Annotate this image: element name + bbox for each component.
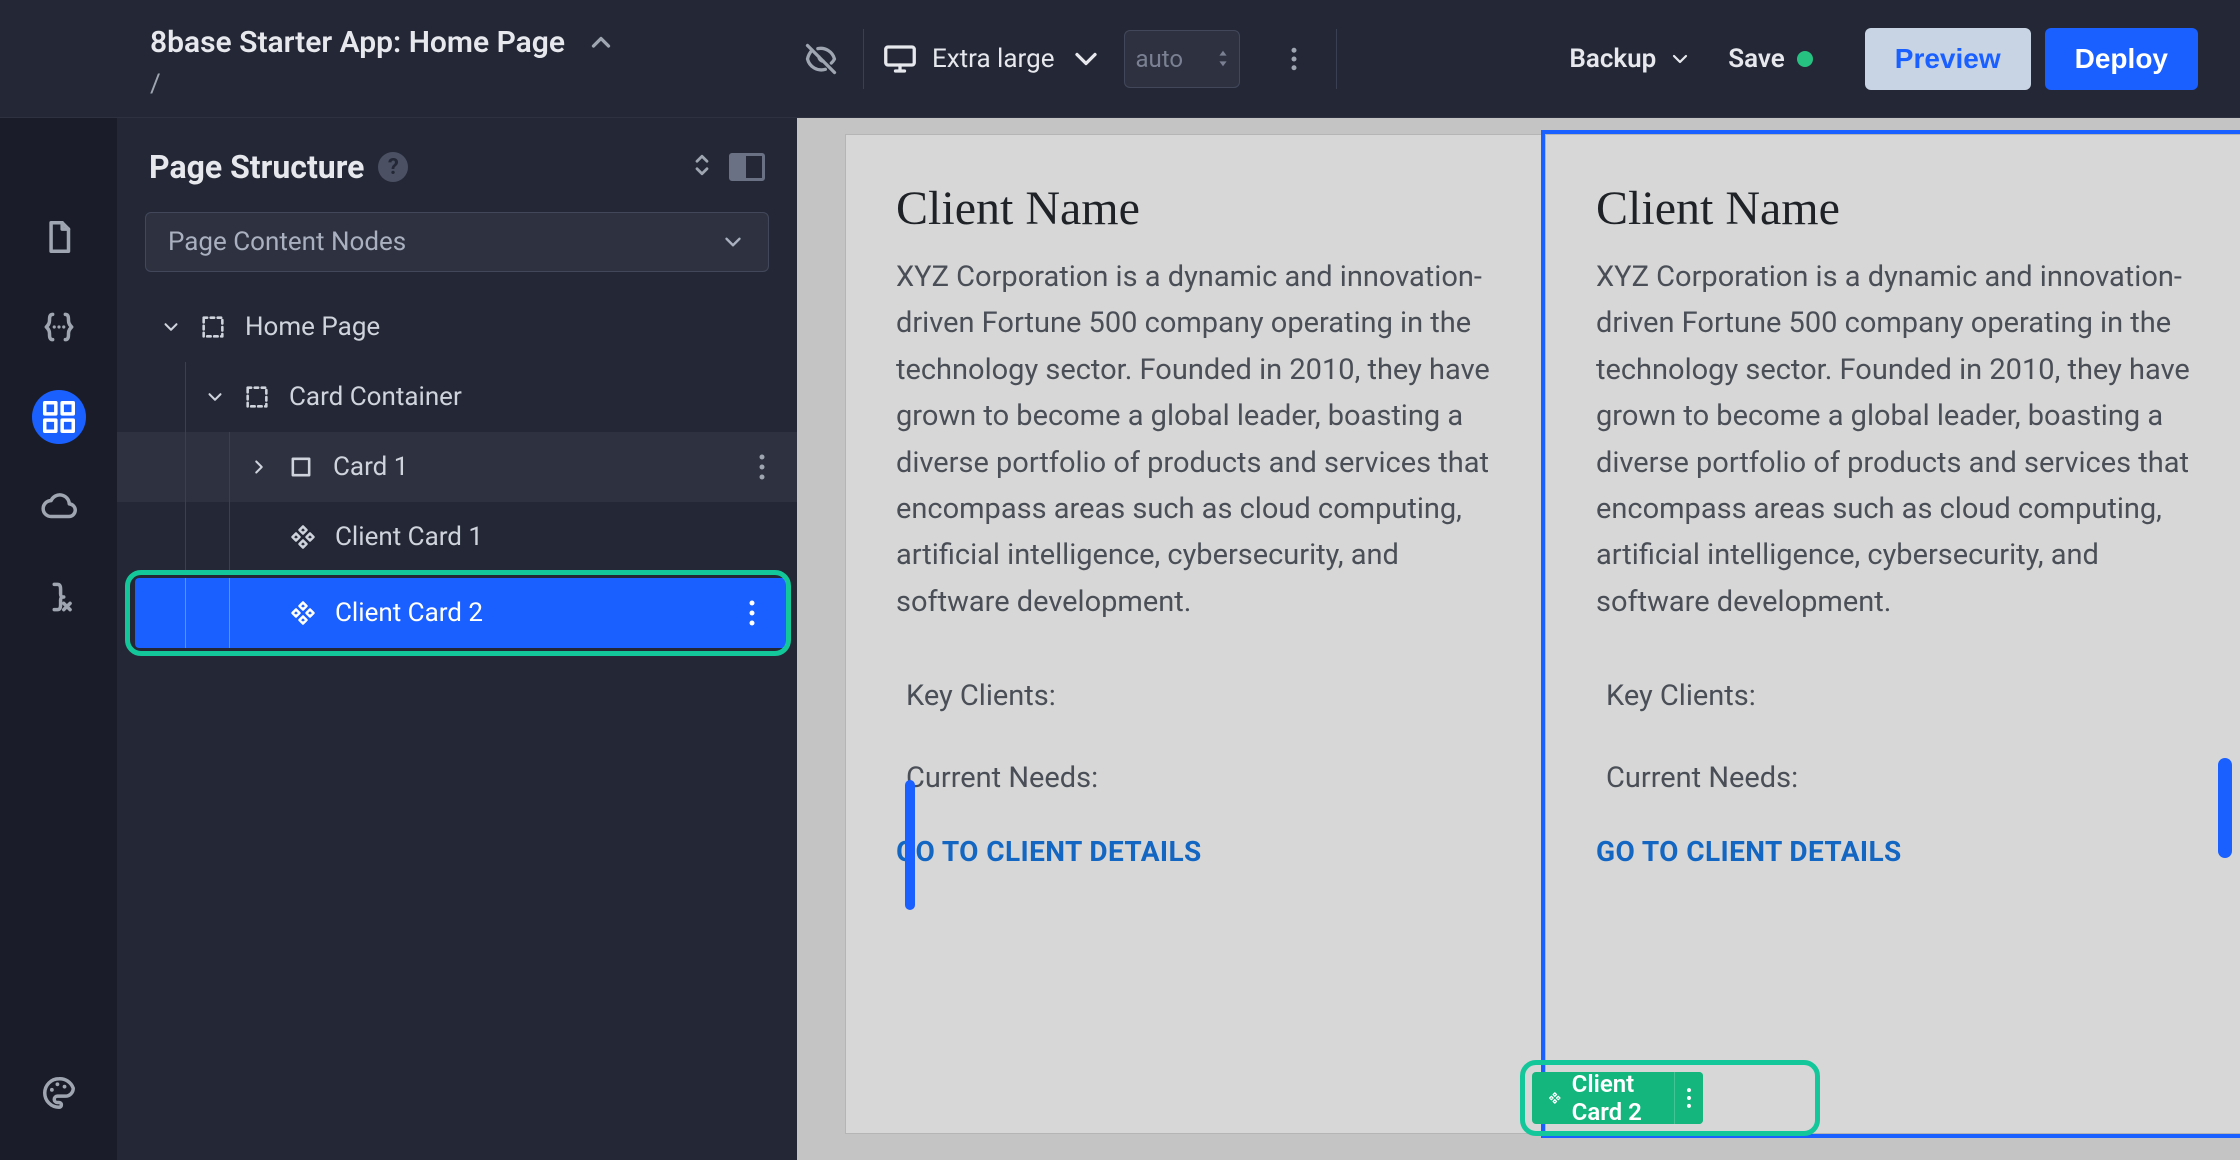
layout-toggle-icon[interactable] <box>729 153 765 181</box>
card-key-clients: Key Clients: <box>1606 679 2192 713</box>
client-details-link[interactable]: GO TO CLIENT DETAILS <box>896 835 1492 868</box>
sidebar-title: Page Structure <box>149 148 364 186</box>
chevron-down-icon[interactable] <box>157 313 185 341</box>
sidebar-scrollbar[interactable] <box>905 780 915 910</box>
save-button[interactable]: Save <box>1728 44 1813 74</box>
card-current-needs: Current Needs: <box>1606 761 2192 795</box>
tree-guide-line <box>185 362 186 432</box>
deploy-button[interactable]: Deploy <box>2045 28 2198 90</box>
tree-guide-line <box>185 432 186 502</box>
frame-dashed-icon <box>195 309 231 345</box>
chevron-down-icon <box>1668 47 1692 71</box>
monitor-icon <box>882 41 918 77</box>
canvas-card-1[interactable]: Client Name XYZ Corporation is a dynamic… <box>845 134 1543 1134</box>
component-icon <box>285 519 321 555</box>
card-title: Client Name <box>1596 181 2192 236</box>
tree-node-home-page[interactable]: Home Page <box>117 292 797 362</box>
dimension-value: auto <box>1135 45 1183 73</box>
preview-label: Preview <box>1895 43 2001 75</box>
page-structure-panel: Page Structure ? Page Content Nodes <box>117 118 797 1160</box>
nav-braces-icon[interactable] <box>32 300 86 354</box>
visibility-off-icon[interactable] <box>797 35 845 83</box>
icon-rail: 8 <box>0 0 117 1160</box>
row-more-icon[interactable] <box>737 590 767 636</box>
breadcrumb-slash: / <box>150 69 625 99</box>
client-details-link[interactable]: GO TO CLIENT DETAILS <box>1596 835 2192 868</box>
component-icon <box>285 595 321 631</box>
canvas-scrollbar[interactable] <box>2218 758 2232 858</box>
deploy-label: Deploy <box>2075 43 2168 75</box>
viewport-label: Extra large <box>932 44 1055 74</box>
tree-label: Card Container <box>289 382 462 412</box>
nav-functions-icon[interactable] <box>32 570 86 624</box>
square-icon <box>283 449 319 485</box>
tree: Home Page Card Container <box>117 286 797 654</box>
chevron-down-icon <box>1068 41 1104 77</box>
canvas[interactable]: Client Name XYZ Corporation is a dynamic… <box>797 118 2240 1160</box>
nav-pages-icon[interactable] <box>32 210 86 264</box>
card-body: XYZ Corporation is a dynamic and innovat… <box>896 254 1492 625</box>
nodes-filter-label: Page Content Nodes <box>168 227 406 257</box>
tree-label: Client Card 1 <box>335 522 483 552</box>
backup-label: Backup <box>1569 44 1656 74</box>
nav-theme-icon[interactable] <box>32 1066 86 1120</box>
dimension-stepper[interactable]: auto <box>1124 30 1240 88</box>
card-key-clients: Key Clients: <box>906 679 1492 713</box>
row-more-icon[interactable] <box>747 444 777 490</box>
separator <box>1336 29 1337 89</box>
nav-cloud-icon[interactable] <box>32 480 86 534</box>
title-caret-icon[interactable] <box>577 19 625 67</box>
tree-node-client-card-1[interactable]: Client Card 1 <box>117 502 797 572</box>
viewport-selector[interactable]: Extra large <box>882 41 1105 77</box>
frame-dashed-icon <box>239 379 275 415</box>
tree-guide-line <box>229 432 230 502</box>
expand-collapse-icon[interactable] <box>687 150 717 184</box>
nodes-filter-select[interactable]: Page Content Nodes <box>145 212 769 272</box>
card-title: Client Name <box>896 181 1492 236</box>
component-icon <box>1548 1087 1562 1109</box>
card-body: XYZ Corporation is a dynamic and innovat… <box>1596 254 2192 625</box>
tree-guide-line <box>229 578 230 648</box>
tree-guide-line <box>185 502 186 572</box>
tree-label: Client Card 2 <box>335 598 483 628</box>
selection-tag-more-icon[interactable] <box>1674 1072 1703 1124</box>
canvas-card-2[interactable]: Client Name XYZ Corporation is a dynamic… <box>1545 134 2240 1134</box>
save-status-dot-icon <box>1797 51 1813 67</box>
tree-node-card-1[interactable]: Card 1 <box>117 432 797 502</box>
chevron-down-icon[interactable] <box>201 383 229 411</box>
tree-label: Home Page <box>245 312 380 342</box>
title-block: 8base Starter App: Home Page / <box>150 19 625 99</box>
chevron-down-icon <box>720 229 746 255</box>
chevron-right-icon[interactable] <box>245 453 273 481</box>
tree-node-client-card-2[interactable]: Client Card 2 <box>135 578 787 648</box>
selection-tag-label: Client Card 2 <box>1572 1070 1658 1126</box>
preview-button[interactable]: Preview <box>1865 28 2031 90</box>
help-icon[interactable]: ? <box>378 152 408 182</box>
nav-structure-icon[interactable] <box>32 390 86 444</box>
tree-label: Card 1 <box>333 452 408 482</box>
separator <box>863 29 864 89</box>
header-more-icon[interactable] <box>1270 35 1318 83</box>
card-current-needs: Current Needs: <box>906 761 1492 795</box>
save-label: Save <box>1728 44 1785 74</box>
tree-guide-line <box>229 502 230 572</box>
tree-node-card-container[interactable]: Card Container <box>117 362 797 432</box>
stepper-arrows-icon[interactable] <box>1217 46 1229 71</box>
top-header: 8base Starter App: Home Page / Extra lar… <box>0 0 2240 118</box>
tree-guide-line <box>185 578 186 648</box>
app-title[interactable]: 8base Starter App: Home Page <box>150 25 565 60</box>
backup-menu[interactable]: Backup <box>1569 44 1692 74</box>
selection-tag[interactable]: Client Card 2 <box>1532 1072 1703 1124</box>
